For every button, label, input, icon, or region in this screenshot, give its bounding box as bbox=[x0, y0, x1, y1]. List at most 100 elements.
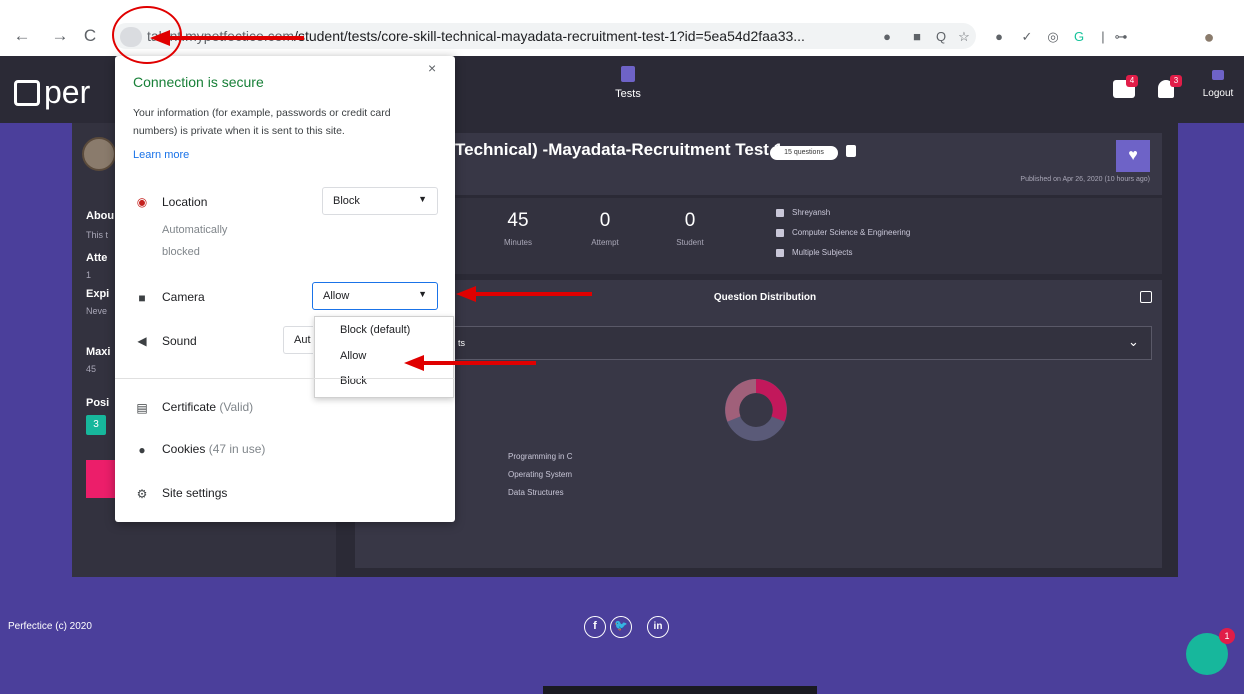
bell-badge: 3 bbox=[1170, 75, 1182, 87]
stat-minutes-value: 45 bbox=[507, 210, 529, 231]
nav-tests[interactable]: Tests bbox=[598, 66, 658, 100]
about-text: This t bbox=[86, 230, 109, 240]
facebook-icon[interactable]: f bbox=[584, 616, 606, 638]
attempts-value: 1 bbox=[86, 270, 92, 280]
zoom-icon[interactable]: Q bbox=[932, 28, 950, 46]
twitter-icon[interactable]: 🐦 bbox=[610, 616, 632, 638]
stat-student: 0 Student bbox=[650, 210, 730, 247]
expiry-value: Neve bbox=[86, 306, 108, 316]
camera-icon: ■ bbox=[138, 291, 146, 305]
sound-select[interactable]: Aut bbox=[283, 326, 313, 354]
test-title: Technical) -Mayadata-Recruitment Test 1 bbox=[455, 140, 784, 159]
user-icon bbox=[776, 208, 784, 217]
tests-icon bbox=[621, 66, 635, 82]
close-icon[interactable]: × bbox=[428, 60, 436, 76]
key-icon[interactable]: ⊶ bbox=[1112, 28, 1130, 46]
popup-divider bbox=[115, 378, 455, 379]
location-status-line1: Automatically bbox=[162, 224, 228, 236]
cookies-row[interactable]: Cookies (47 in use) bbox=[162, 442, 265, 456]
gear-icon: ⚙ bbox=[136, 487, 148, 501]
site-settings-link[interactable]: Site settings bbox=[162, 486, 227, 500]
reload-button[interactable]: C bbox=[80, 26, 100, 46]
chat-badge: 1 bbox=[1219, 628, 1235, 644]
option-block[interactable]: Block bbox=[340, 375, 367, 387]
start-test-button[interactable] bbox=[86, 460, 116, 498]
option-block-default[interactable]: Block (default) bbox=[340, 324, 410, 336]
max-marks-value: 45 bbox=[86, 364, 97, 374]
cookies-count: (47 in use) bbox=[208, 442, 266, 456]
annotation-arrowhead bbox=[150, 30, 170, 46]
donut-slice-operating-system bbox=[725, 379, 757, 422]
location-icon: ◉ bbox=[136, 195, 148, 209]
linkedin-icon[interactable]: in bbox=[647, 616, 669, 638]
popup-description: Your information (for example, passwords… bbox=[133, 107, 391, 137]
logo-text[interactable]: per bbox=[44, 74, 90, 111]
stat-minutes: 45 Minutes bbox=[478, 210, 558, 247]
stat-attempt: 0 Attempt bbox=[565, 210, 645, 247]
location-select[interactable]: Block ▼ bbox=[322, 187, 438, 215]
sound-icon: ◀ bbox=[137, 334, 147, 348]
annotation-arrow-allow bbox=[422, 361, 536, 365]
mail-badge: 4 bbox=[1126, 75, 1138, 87]
author-avatar bbox=[82, 137, 116, 171]
certificate-label: Certificate bbox=[162, 400, 217, 414]
published-date: Published on Apr 26, 2020 (10 hours ago) bbox=[1020, 176, 1150, 183]
check-extension-icon[interactable]: ✓ bbox=[1018, 28, 1036, 46]
certificate-status: (Valid) bbox=[219, 400, 254, 414]
camera-select[interactable]: Allow ▼ bbox=[312, 282, 438, 310]
meta-subjects: Multiple Subjects bbox=[776, 248, 852, 257]
stat-attempt-value: 0 bbox=[599, 210, 611, 231]
attempts-label: Atte bbox=[86, 252, 108, 264]
bookmark-star-icon[interactable]: ☆ bbox=[955, 28, 973, 46]
footer-copyright: Perfectice (c) 2020 bbox=[8, 621, 92, 632]
profile-avatar-icon[interactable]: ● bbox=[1200, 28, 1218, 46]
expand-icon[interactable] bbox=[1140, 291, 1152, 303]
logout-button[interactable]: Logout bbox=[1198, 70, 1238, 99]
meta-subjects-text: Multiple Subjects bbox=[792, 248, 853, 257]
chevron-down-icon: ⌄ bbox=[1128, 334, 1139, 349]
extension-icon-3[interactable]: ● bbox=[990, 28, 1008, 46]
option-allow[interactable]: Allow bbox=[340, 350, 366, 362]
annotation-arrow-camera bbox=[474, 292, 592, 296]
location-status: Automatically blocked bbox=[162, 219, 227, 263]
extension-icon-4[interactable]: ◎ bbox=[1044, 28, 1062, 46]
annotation-arrowhead bbox=[404, 355, 424, 371]
forward-button[interactable]: → bbox=[50, 26, 70, 46]
caret-down-icon: ▼ bbox=[418, 194, 427, 204]
annotation-arrow-lock bbox=[168, 36, 304, 40]
position-badge: 3 bbox=[86, 415, 106, 435]
cookie-icon: ● bbox=[138, 443, 146, 457]
subject-select-text: ts bbox=[458, 338, 466, 348]
stat-attempt-caption: Attempt bbox=[591, 238, 619, 247]
url-path: /student/tests/core-skill-technical-maya… bbox=[294, 28, 805, 44]
learn-more-link[interactable]: Learn more bbox=[133, 149, 189, 161]
popup-title: Connection is secure bbox=[133, 74, 264, 90]
donut-slice-programming bbox=[755, 379, 787, 422]
about-label: Abou bbox=[86, 210, 115, 222]
edit-icon bbox=[776, 228, 784, 237]
logo-icon bbox=[14, 80, 40, 106]
grammarly-icon[interactable]: G bbox=[1070, 28, 1088, 46]
lock-icon bbox=[846, 145, 856, 157]
subject-select[interactable] bbox=[450, 326, 1152, 360]
legend-programming: Programming in C bbox=[508, 452, 573, 461]
sound-label: Sound bbox=[162, 334, 197, 348]
annotation-arrowhead bbox=[456, 286, 476, 302]
extension-icon-2[interactable]: ■ bbox=[908, 28, 926, 46]
logout-label: Logout bbox=[1202, 88, 1234, 99]
annotation-circle bbox=[112, 6, 182, 64]
back-button[interactable]: ← bbox=[12, 26, 32, 46]
stat-student-value: 0 bbox=[684, 210, 696, 231]
distribution-title: Question Distribution bbox=[713, 292, 817, 303]
logout-icon bbox=[1212, 70, 1224, 80]
toolbar-separator: | bbox=[1101, 29, 1105, 44]
cookies-label: Cookies bbox=[162, 442, 206, 456]
location-select-value: Block bbox=[333, 195, 360, 207]
meta-author: Shreyansh bbox=[776, 208, 830, 217]
extension-icon-1[interactable]: ● bbox=[878, 28, 896, 46]
questions-count-badge: 15 questions bbox=[770, 146, 838, 160]
distribution-donut-chart bbox=[725, 379, 787, 441]
favorite-heart-button[interactable]: ♥ bbox=[1116, 140, 1150, 172]
certificate-icon: ▤ bbox=[136, 401, 148, 415]
certificate-row[interactable]: Certificate (Valid) bbox=[162, 400, 253, 414]
